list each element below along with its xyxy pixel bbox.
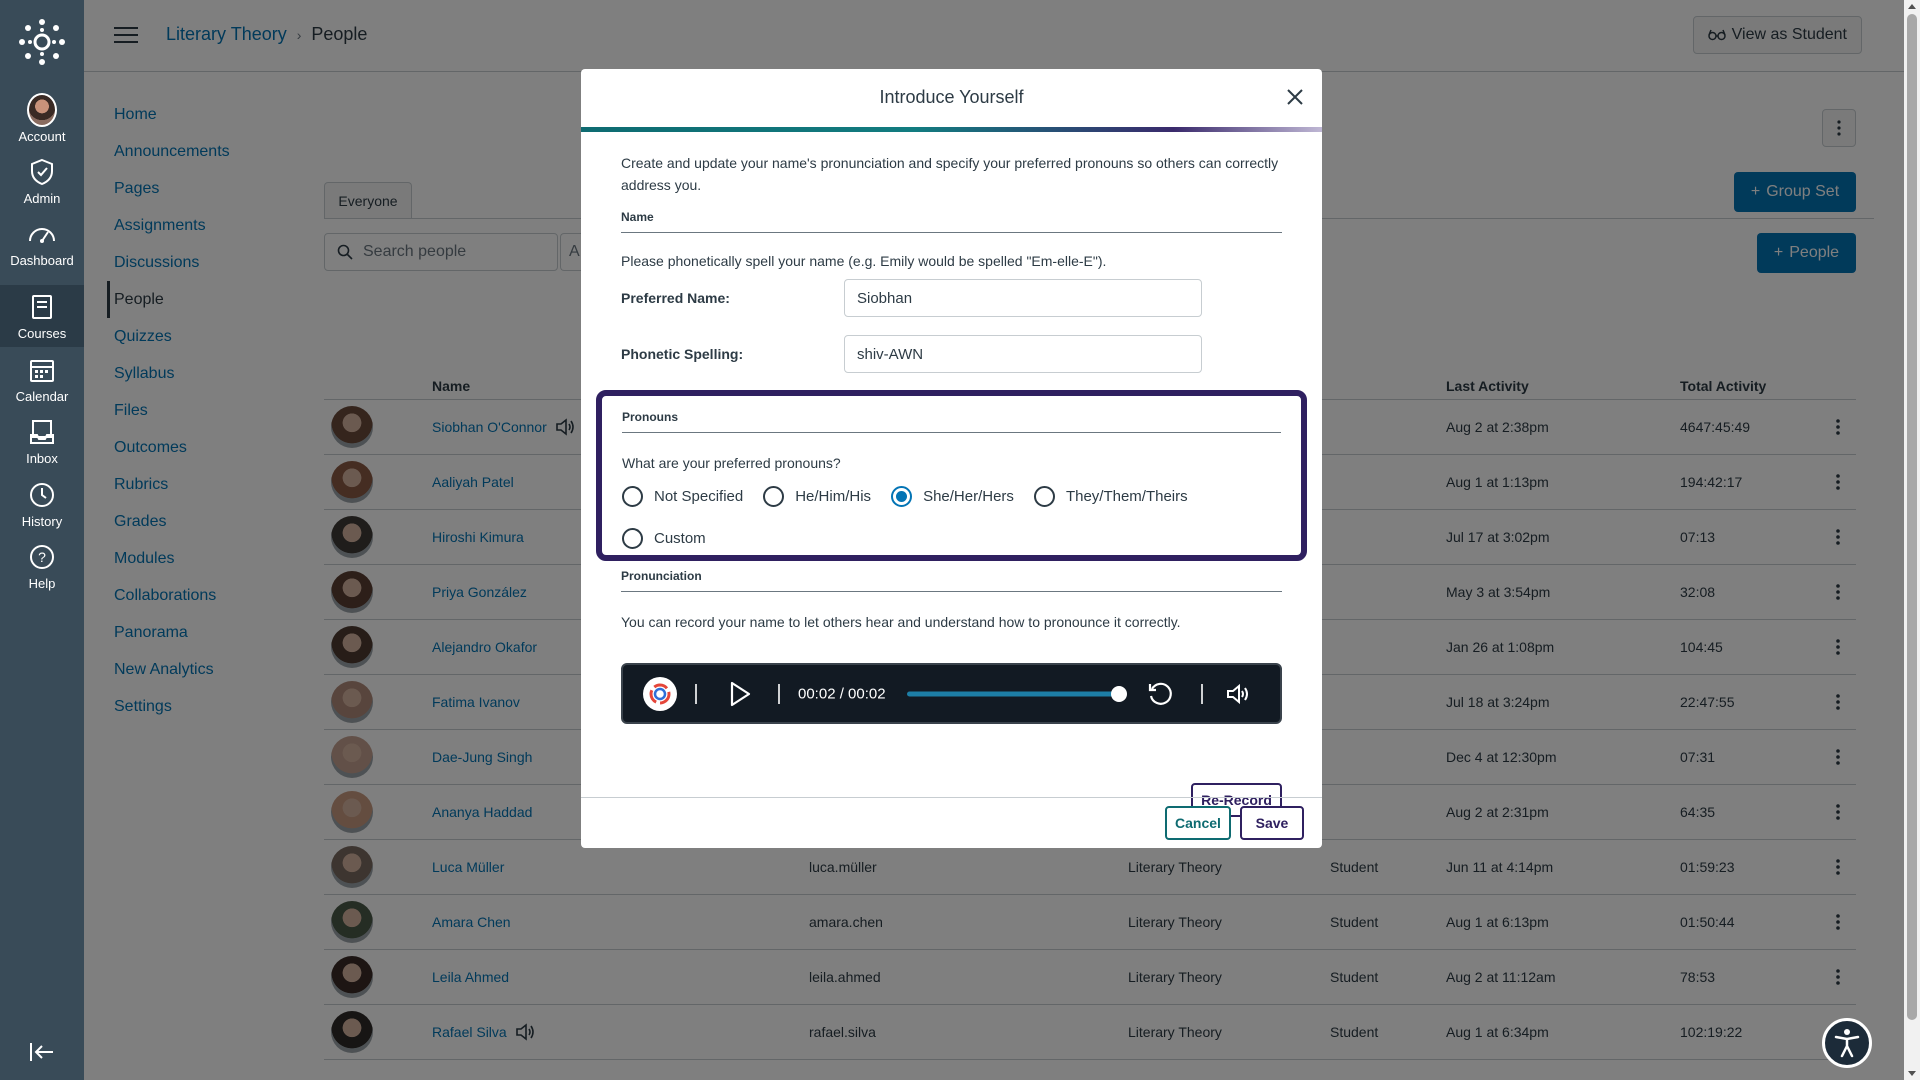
nav-courses-label: Courses xyxy=(17,325,67,341)
radio-circle xyxy=(1033,485,1055,507)
scroll-down-icon[interactable] xyxy=(1908,1071,1916,1076)
introduce-yourself-modal: Introduce Yourself Create and update you… xyxy=(581,69,1322,848)
player-divider xyxy=(695,683,697,704)
play-icon[interactable] xyxy=(729,681,751,707)
player-divider xyxy=(778,683,780,704)
nav-admin[interactable]: Admin xyxy=(0,150,84,212)
avatar xyxy=(27,92,57,127)
modal-title: Introduce Yourself xyxy=(879,87,1024,107)
scroll-thumb[interactable] xyxy=(1907,14,1917,1020)
preferred-name-input[interactable]: Siobhan xyxy=(844,279,1202,317)
pronouns-section-title: Pronouns xyxy=(622,410,1281,433)
nav-history[interactable]: History xyxy=(0,473,84,535)
calendar-icon xyxy=(30,359,54,382)
modal-body: Create and update your name's pronunciat… xyxy=(581,132,1322,373)
pronouns-question: What are your preferred pronouns? xyxy=(622,455,841,471)
nav-admin-label: Admin xyxy=(23,190,61,206)
radio-circle xyxy=(622,527,643,549)
close-icon[interactable] xyxy=(1286,88,1304,106)
shield-icon xyxy=(31,158,53,185)
nav-account-label: Account xyxy=(18,128,66,144)
accessibility-button[interactable] xyxy=(1822,1018,1872,1068)
audio-player: 00:02 / 00:02 xyxy=(621,663,1282,724)
phonetic-spelling-input[interactable]: shiv-AWN xyxy=(844,335,1202,373)
nav-account[interactable]: Account xyxy=(0,88,84,150)
radio-she-her-hers[interactable]: She/Her/Hers xyxy=(891,481,1014,511)
nav-help[interactable]: ? Help xyxy=(0,535,84,597)
player-progress-track[interactable] xyxy=(907,691,1119,696)
player-progress-knob[interactable] xyxy=(1111,685,1127,702)
pronoun-radio-group: Not Specified He/Him/His She/Her/Hers Th… xyxy=(622,481,1281,565)
radio-label: Not Specified xyxy=(654,487,744,505)
nav-history-label: History xyxy=(21,513,63,529)
nav-calendar[interactable]: Calendar xyxy=(0,348,84,410)
modal-footer: Cancel Save xyxy=(581,797,1322,848)
radio-he-him-his[interactable]: He/Him/His xyxy=(763,481,871,511)
volume-icon[interactable] xyxy=(1226,683,1250,705)
canvas-logo-icon[interactable] xyxy=(18,18,66,66)
nav-calendar-label: Calendar xyxy=(15,388,69,404)
radio-label: She/Her/Hers xyxy=(923,487,1014,505)
preferred-name-label: Preferred Name: xyxy=(621,290,730,306)
nav-dashboard[interactable]: Dashboard xyxy=(0,212,84,274)
svg-text:?: ? xyxy=(38,549,46,565)
page-scrollbar[interactable] xyxy=(1904,0,1920,1080)
player-divider xyxy=(1201,683,1203,704)
help-icon: ? xyxy=(30,544,54,569)
preferred-name-row: Preferred Name: Siobhan xyxy=(621,279,1282,317)
radio-circle xyxy=(622,485,643,507)
recorder-brand-icon xyxy=(643,676,677,711)
radio-label: He/Him/His xyxy=(795,487,872,505)
pronouns-section: Pronouns What are your preferred pronoun… xyxy=(596,390,1307,561)
phonetic-spelling-row: Phonetic Spelling: shiv-AWN xyxy=(621,335,1282,373)
radio-circle-selected xyxy=(891,485,913,507)
pronunciation-section-title: Pronunciation xyxy=(621,569,1282,592)
radio-circle xyxy=(763,485,785,507)
accessibility-icon xyxy=(1834,1029,1860,1058)
global-nav: Account Admin Dashboard Courses Calendar… xyxy=(0,0,84,1080)
clock-icon xyxy=(30,482,54,507)
collapse-nav-icon[interactable] xyxy=(28,1040,56,1064)
scroll-up-icon[interactable] xyxy=(1908,4,1916,9)
radio-label: Custom xyxy=(654,529,706,547)
nav-inbox[interactable]: Inbox xyxy=(0,410,84,472)
radio-they-them-theirs[interactable]: They/Them/Theirs xyxy=(1033,481,1188,511)
pronunciation-section: Pronunciation You can record your name t… xyxy=(621,569,1282,724)
save-button[interactable]: Save xyxy=(1240,806,1304,840)
phonetic-spelling-label: Phonetic Spelling: xyxy=(621,346,744,362)
pronunciation-text: You can record your name to let others h… xyxy=(621,614,1181,630)
nav-inbox-label: Inbox xyxy=(26,450,58,466)
dashboard-icon xyxy=(29,227,55,243)
book-icon xyxy=(32,294,52,319)
nav-courses[interactable]: Courses xyxy=(0,285,84,347)
modal-header: Introduce Yourself xyxy=(581,69,1322,127)
radio-custom[interactable]: Custom xyxy=(622,523,706,553)
cancel-button[interactable]: Cancel xyxy=(1165,806,1231,840)
inbox-icon xyxy=(30,419,54,444)
replay-icon[interactable] xyxy=(1147,681,1173,707)
nav-help-label: Help xyxy=(28,575,56,591)
radio-label: They/Them/Theirs xyxy=(1065,487,1188,505)
radio-not-specified[interactable]: Not Specified xyxy=(622,481,743,511)
nav-dashboard-label: Dashboard xyxy=(10,252,74,268)
phonetic-note: Please phonetically spell your name (e.g… xyxy=(621,253,1107,269)
player-time: 00:02 / 00:02 xyxy=(798,685,886,702)
modal-intro: Create and update your name's pronunciat… xyxy=(621,155,1279,193)
name-section-title: Name xyxy=(621,210,1282,233)
